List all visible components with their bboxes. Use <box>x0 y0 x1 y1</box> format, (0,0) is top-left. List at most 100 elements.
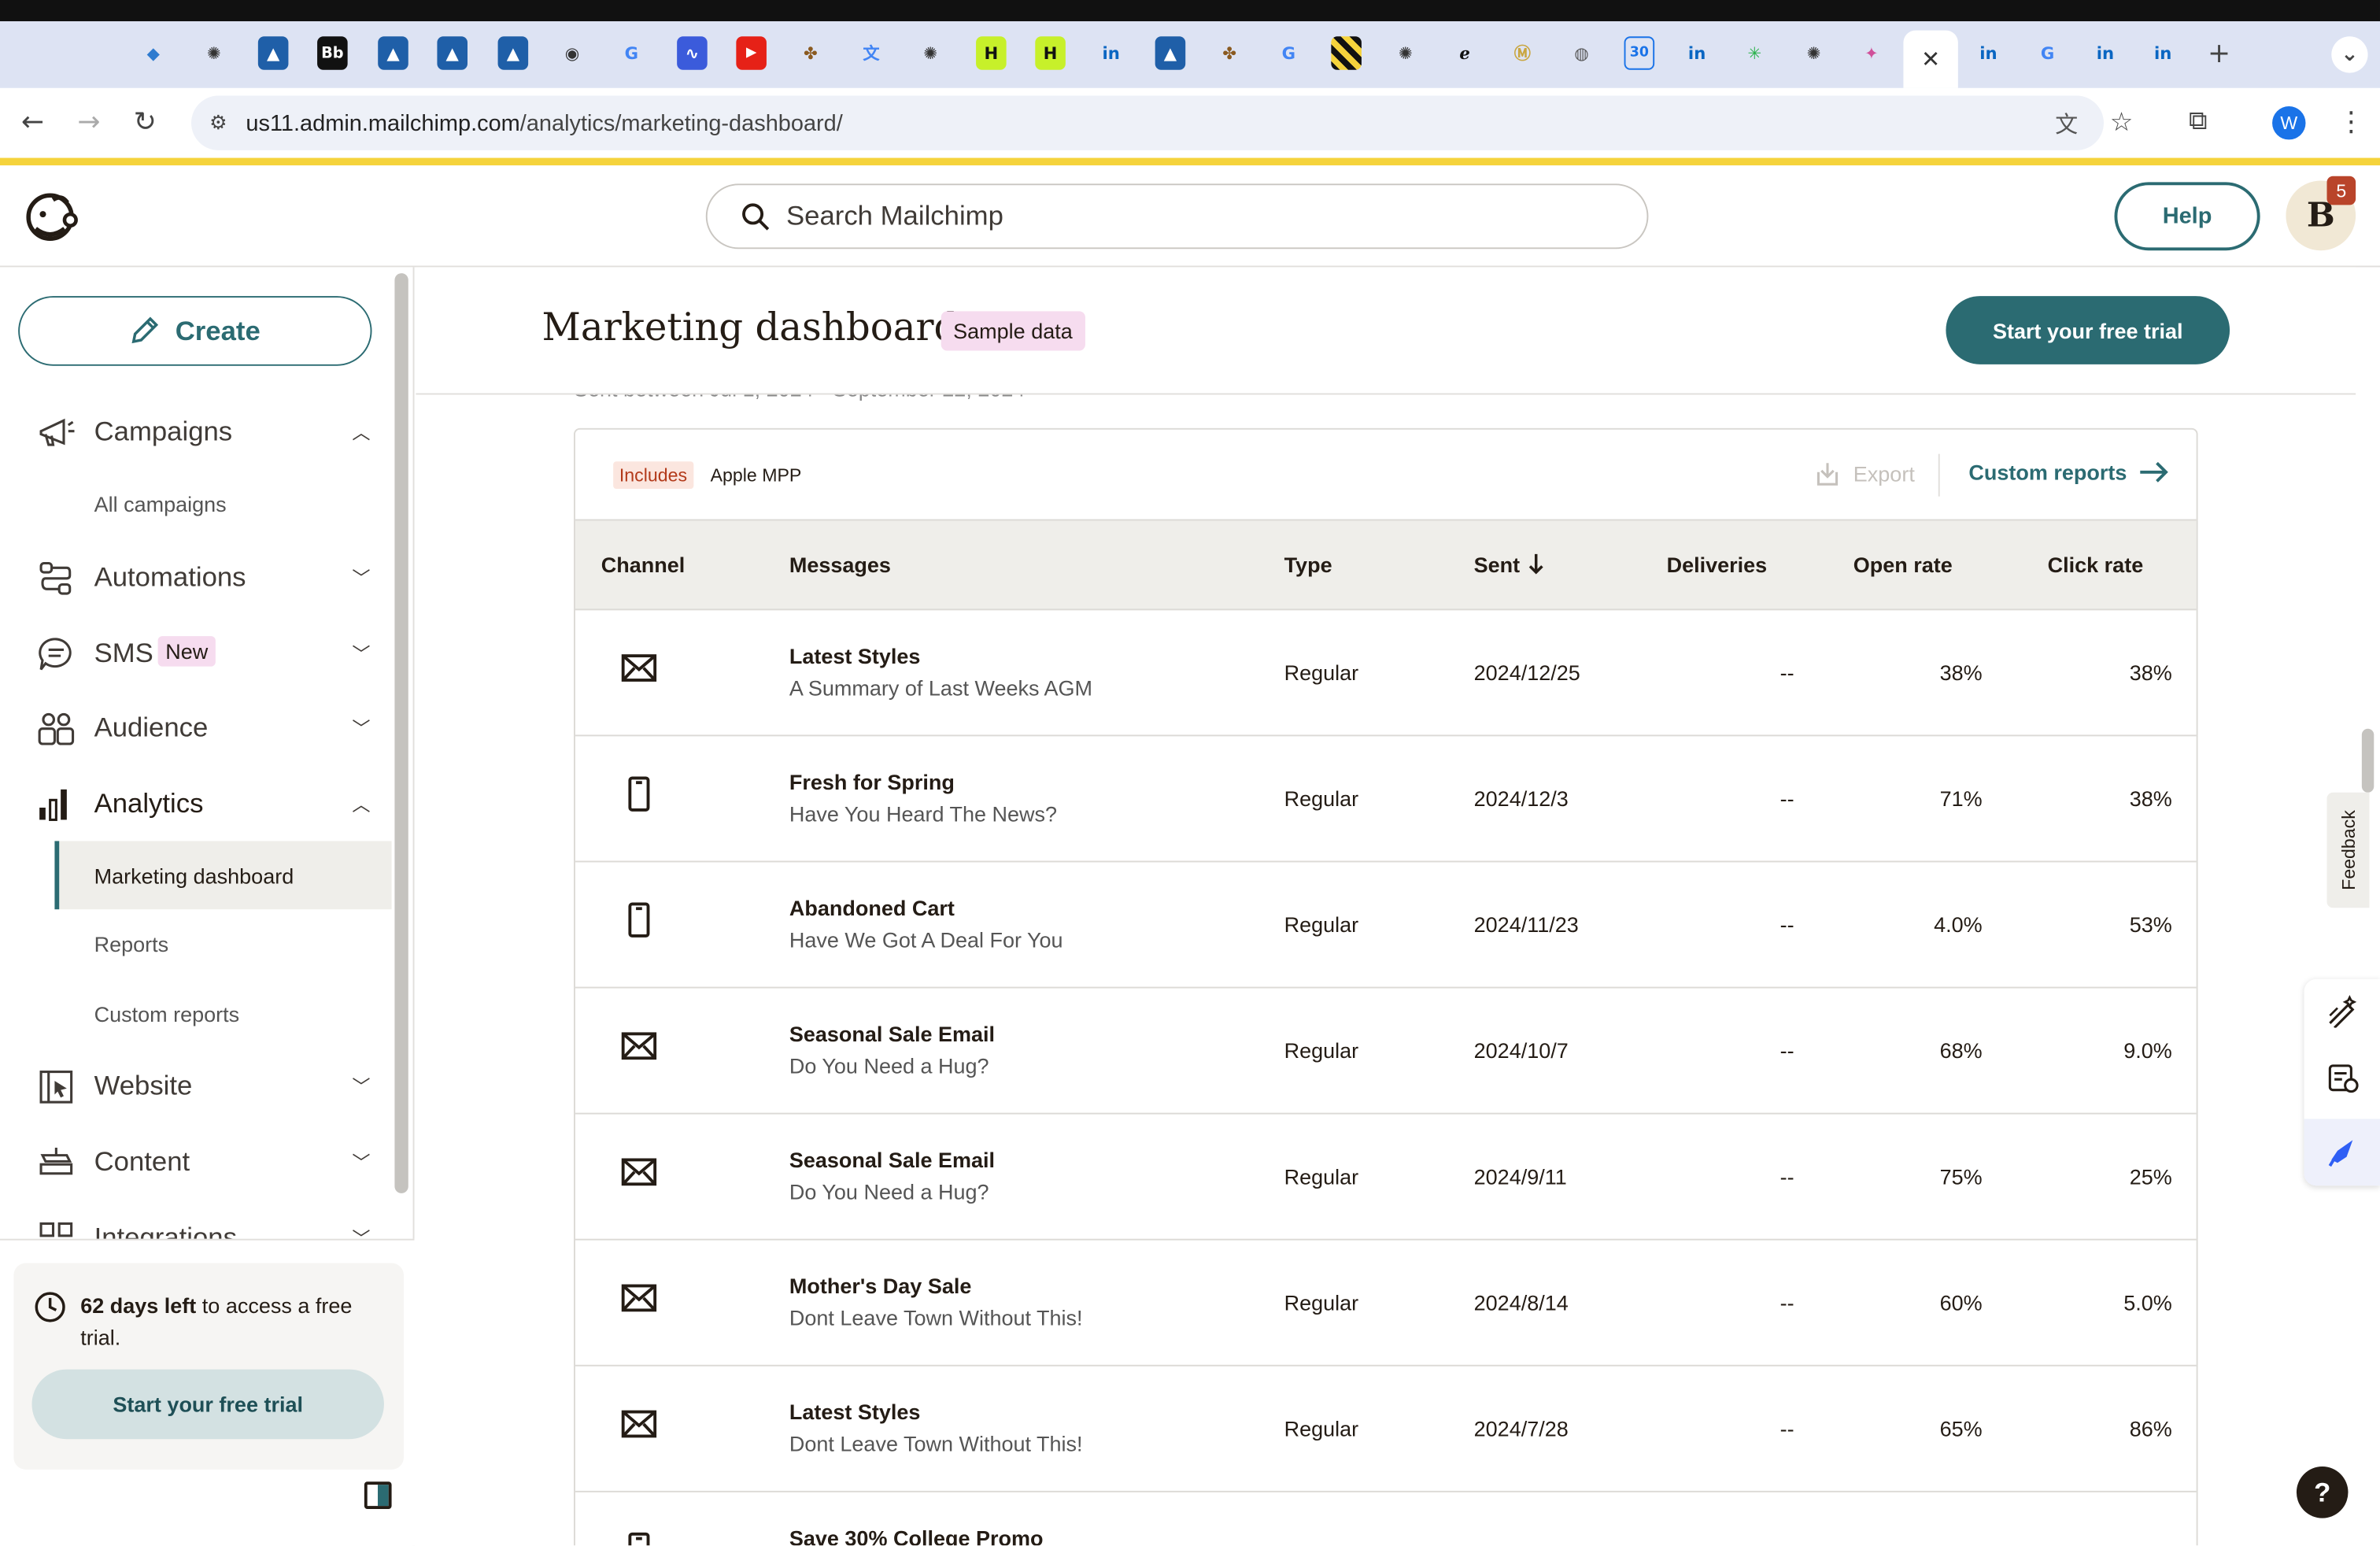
tab-favicon-signature-icon[interactable]: ℯ <box>1450 36 1480 69</box>
sidebar-item-custom-reports[interactable]: Custom reports <box>54 979 391 1048</box>
checklist-icon[interactable] <box>2326 1061 2359 1094</box>
tab-favicon-google-icon[interactable]: G <box>2032 36 2063 69</box>
tab-favicon-youtube-icon[interactable]: ▶ <box>736 36 767 70</box>
sidebar-item-sms[interactable]: SMS New ﹀ <box>0 623 392 683</box>
translate-icon[interactable]: 文 <box>2055 107 2078 139</box>
help-button[interactable]: Help <box>2114 182 2260 251</box>
message-title[interactable]: Abandoned Cart <box>789 896 955 920</box>
column-header-sent[interactable]: Sent <box>1474 553 1521 577</box>
url-field[interactable]: ⚙ us11.admin.mailchimp.com/analytics/mar… <box>190 95 2133 150</box>
tab-favicon-a-icon[interactable]: ▲ <box>378 36 408 70</box>
column-header-click-rate[interactable]: Click rate <box>2048 553 2144 577</box>
bookmark-star-icon[interactable]: ☆ <box>2110 108 2133 139</box>
table-row[interactable]: Seasonal Sale Email Do You Need a Hug? Reg… <box>575 1115 2197 1241</box>
tab-favicon-stripes-icon[interactable] <box>1331 36 1362 70</box>
create-button[interactable]: Create <box>18 296 372 366</box>
tab-favicon-audio-icon[interactable]: ∿ <box>677 36 708 70</box>
feedback-tab[interactable]: Feedback <box>2326 792 2370 908</box>
tab-favicon-linkedin-icon[interactable]: in <box>2090 36 2121 69</box>
tab-favicon-a-icon[interactable]: ▲ <box>497 36 529 70</box>
sidebar-item-reports[interactable]: Reports <box>54 909 391 978</box>
column-header-open-rate[interactable]: Open rate <box>1853 553 1953 577</box>
reload-icon[interactable]: ↻ <box>134 106 157 138</box>
table-row[interactable]: Abandoned Cart Have We Got A Deal For You… <box>575 862 2197 989</box>
tab-favicon-bb-icon[interactable]: Bb <box>317 36 348 70</box>
tab-favicon-h-icon[interactable]: H <box>1035 36 1066 70</box>
custom-reports-link[interactable]: Custom reports <box>1968 460 2169 484</box>
forward-icon[interactable]: → <box>77 106 100 138</box>
sidebar-scrollbar[interactable] <box>394 273 408 1193</box>
page-scrollbar[interactable] <box>2361 728 2374 793</box>
start-trial-header-button[interactable]: Start your free trial <box>1946 296 2230 364</box>
table-row[interactable]: Fresh for Spring Have You Heard The News?… <box>575 736 2197 863</box>
help-question-button[interactable]: ? <box>2296 1466 2349 1518</box>
tab-favicon-openai-icon[interactable]: ✺ <box>1798 36 1829 69</box>
message-title[interactable]: Mother's Day Sale <box>789 1274 972 1298</box>
sort-descending-icon[interactable] <box>1527 553 1545 577</box>
tab-favicon-linkedin-icon[interactable]: in <box>2148 36 2179 69</box>
tab-favicon-a-icon[interactable]: ▲ <box>1155 36 1186 70</box>
table-row[interactable]: Seasonal Sale Email Do You Need a Hug? Reg… <box>575 988 2197 1115</box>
profile-avatar[interactable]: W <box>2272 105 2306 140</box>
mailchimp-logo-icon[interactable] <box>21 187 79 247</box>
sidebar-item-campaigns[interactable]: Campaigns ︿ <box>0 401 392 461</box>
tab-favicon-linkedin-icon[interactable]: in <box>1096 36 1126 69</box>
column-header-channel[interactable]: Channel <box>601 553 686 577</box>
extensions-icon[interactable]: ⧉ <box>2189 106 2207 137</box>
browser-menu-icon[interactable]: ⋮ <box>2338 106 2365 138</box>
tab-favicon-h-icon[interactable]: H <box>976 36 1007 70</box>
tab-favicon-a-icon[interactable]: ▲ <box>257 36 289 70</box>
message-title[interactable]: Seasonal Sale Email <box>789 1148 995 1172</box>
sidebar-item-marketing-dashboard[interactable]: Marketing dashboard <box>54 841 392 910</box>
tab-favicon-google-icon[interactable]: G <box>616 36 647 69</box>
search-input[interactable]: Search Mailchimp <box>705 183 1649 250</box>
new-tab-button[interactable]: + <box>2204 36 2234 69</box>
tab-favicon-linkedin-icon[interactable]: in <box>1973 36 2004 69</box>
tab-favicon-linkedin-icon[interactable]: in <box>1682 36 1713 69</box>
tab-favicon-calendar-icon[interactable]: 30 <box>1624 36 1655 70</box>
table-row[interactable]: Mother's Day Sale Dont Leave Town Without… <box>575 1241 2197 1367</box>
tab-favicon-translate-icon[interactable]: 文 <box>856 36 887 69</box>
column-header-messages[interactable]: Messages <box>789 553 891 577</box>
message-title[interactable]: Seasonal Sale Email <box>789 1022 995 1046</box>
sidebar-item-content[interactable]: Content ﹀ <box>0 1131 392 1192</box>
tab-favicon-bee-icon[interactable]: ✤ <box>796 36 826 69</box>
sidebar-item-automations[interactable]: Automations ﹀ <box>0 546 392 607</box>
tab-favicon-m-icon[interactable]: Ⓜ <box>1507 36 1538 69</box>
tab-favicon-globe-icon[interactable]: ◍ <box>1566 36 1597 69</box>
tab-favicon-bee-icon[interactable]: ✤ <box>1214 36 1245 69</box>
table-row[interactable]: Latest Styles Dont Leave Town Without Thi… <box>575 1367 2197 1492</box>
message-title[interactable]: Latest Styles <box>789 1400 921 1424</box>
tab-search-button[interactable]: ⌄ <box>2331 36 2368 73</box>
tab-favicon-github-icon[interactable]: ◉ <box>557 36 588 69</box>
tab-favicon-openai-icon[interactable]: ✺ <box>1391 36 1421 69</box>
sidebar-item-label: Website <box>94 1069 193 1100</box>
tab-favicon-google-icon[interactable]: G <box>1273 36 1304 69</box>
back-icon[interactable]: ← <box>21 106 44 138</box>
table-row[interactable]: Latest Styles A Summary of Last Weeks AGM… <box>575 610 2197 737</box>
magic-edit-icon[interactable] <box>2326 994 2359 1028</box>
message-title[interactable]: Fresh for Spring <box>789 770 955 794</box>
tab-favicon-openai-icon[interactable]: ✺ <box>199 36 230 69</box>
message-title[interactable]: Save 30% College Promo <box>789 1526 1044 1545</box>
tab-favicon-sharepoint-icon[interactable]: ◆ <box>138 36 168 69</box>
column-header-deliveries[interactable]: Deliveries <box>1667 553 1768 577</box>
active-tab-close-icon[interactable]: ✕ <box>1903 30 1958 88</box>
column-header-type[interactable]: Type <box>1284 553 1332 577</box>
start-trial-button[interactable]: Start your free trial <box>31 1369 384 1440</box>
message-title[interactable]: Latest Styles <box>789 644 921 668</box>
tab-favicon-openai-icon[interactable]: ✺ <box>915 36 946 69</box>
sidebar-item-analytics[interactable]: Analytics ︿ <box>0 773 392 834</box>
table-row[interactable]: Save 30% College Promo Regular <box>575 1492 2197 1546</box>
tab-favicon-star-icon[interactable]: ✳ <box>1739 36 1770 69</box>
sidebar-item-audience[interactable]: Audience ﹀ <box>0 697 392 757</box>
export-button[interactable]: Export <box>1814 460 1915 487</box>
collapse-sidebar-icon[interactable] <box>364 1481 392 1509</box>
site-settings-icon[interactable]: ⚙ <box>209 111 227 135</box>
sidebar-item-all-campaigns[interactable]: All campaigns <box>54 469 391 538</box>
chevron-down-icon: ﹀ <box>352 642 371 664</box>
tab-favicon-a-icon[interactable]: ▲ <box>437 36 468 70</box>
sidebar-item-website[interactable]: Website ﹀ <box>0 1055 392 1115</box>
tab-favicon-party-icon[interactable]: ✦ <box>1857 36 1887 69</box>
rocket-button[interactable] <box>2304 1119 2380 1186</box>
